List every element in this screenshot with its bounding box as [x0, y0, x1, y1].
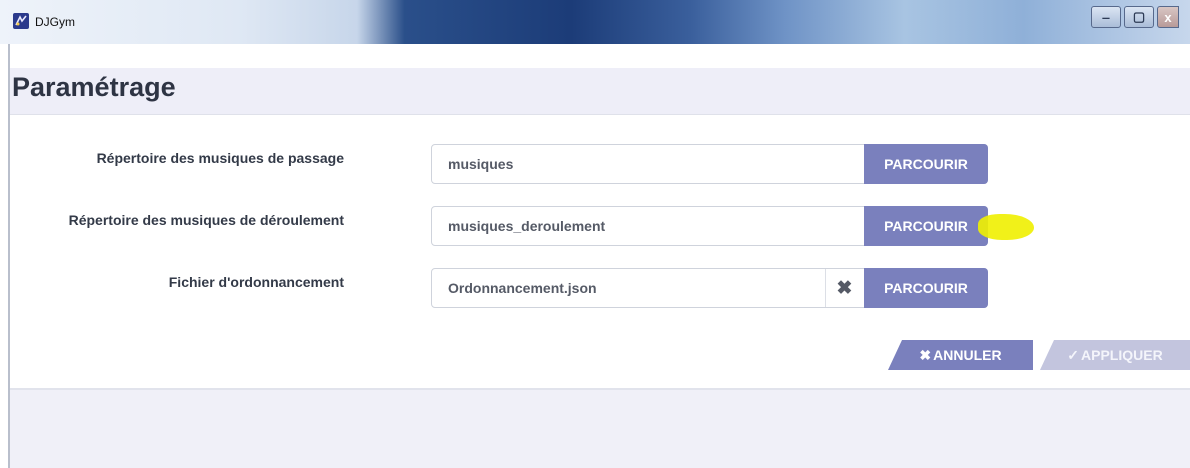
page-header [10, 68, 1190, 114]
browse-passage-button[interactable]: PARCOURIR [864, 144, 988, 184]
page-title: Paramétrage [12, 72, 176, 102]
check-icon: ✓ [1067, 346, 1080, 363]
schedule-file-field[interactable]: Ordonnancement.json ✖ PARCOURIR [431, 268, 988, 308]
apply-button[interactable]: ✓ APPLIQUER [1040, 340, 1190, 370]
clear-icon[interactable]: ✖ [825, 269, 863, 307]
apply-label: APPLIQUER [1081, 347, 1163, 363]
header-divider [10, 114, 1190, 115]
close-icon: ✖ [919, 346, 932, 363]
music-deroulement-label: Répertoire des musiques de déroulement [68, 212, 344, 228]
cancel-button[interactable]: ✖ ANNULER [888, 340, 1033, 370]
music-passage-value[interactable]: musiques [448, 156, 513, 172]
cancel-label: ANNULER [933, 347, 1002, 363]
window-title: DJGym [35, 15, 75, 29]
close-button[interactable]: x [1157, 6, 1179, 28]
window-controls: ‒ ▢ x [1091, 6, 1179, 30]
maximize-button[interactable]: ▢ [1124, 6, 1154, 28]
browse-schedule-button[interactable]: PARCOURIR [864, 268, 988, 308]
schedule-file-value[interactable]: Ordonnancement.json [448, 280, 597, 296]
footer-area [10, 390, 1190, 468]
window-titlebar: DJGym ‒ ▢ x [0, 0, 1190, 44]
music-deroulement-value[interactable]: musiques_deroulement [448, 218, 605, 234]
minimize-button[interactable]: ‒ [1091, 6, 1121, 28]
music-passage-label: Répertoire des musiques de passage [96, 150, 344, 166]
browse-deroulement-button[interactable]: PARCOURIR [864, 206, 988, 246]
yellow-highlight-mark [978, 214, 1034, 240]
music-passage-field[interactable]: musiques PARCOURIR [431, 144, 988, 184]
music-deroulement-field[interactable]: musiques_deroulement PARCOURIR [431, 206, 988, 246]
djgym-logo-icon [13, 13, 29, 29]
schedule-file-label: Fichier d'ordonnancement [168, 274, 344, 290]
